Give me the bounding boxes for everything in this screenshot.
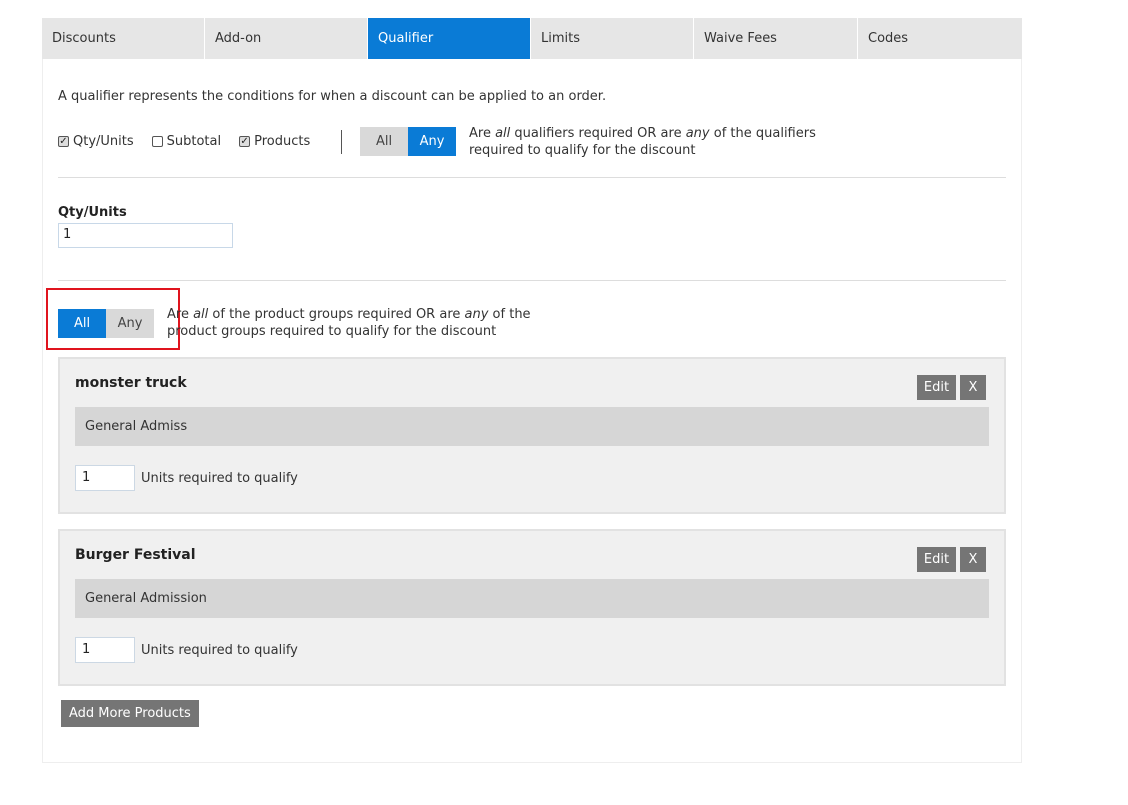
- qty-units-label: Qty/Units: [58, 205, 127, 220]
- qualifier-all-any-toggle: All Any: [360, 127, 456, 156]
- product-item: General Admission: [75, 579, 989, 618]
- product-group-title: monster truck: [75, 375, 187, 391]
- checkbox-checked-icon[interactable]: [58, 136, 69, 147]
- qualifier-intro-text: A qualifier represents the conditions fo…: [58, 89, 607, 104]
- tab-add-on[interactable]: Add-on: [205, 18, 368, 59]
- product-group-card: monster truck Edit X General Admiss 1 Un…: [58, 357, 1006, 514]
- hint-text: required to qualify for the discount: [469, 143, 696, 158]
- tab-limits[interactable]: Limits: [531, 18, 694, 59]
- product-groups-any-button[interactable]: Any: [106, 309, 154, 338]
- hint-text: Are: [167, 307, 194, 322]
- products-checkbox-label: Products: [254, 134, 311, 149]
- hint-text: of the qualifiers: [709, 126, 816, 141]
- hint-text: of the: [488, 307, 531, 322]
- product-item: General Admiss: [75, 407, 989, 446]
- hint-text: Are: [469, 126, 496, 141]
- qualifier-any-button[interactable]: Any: [408, 127, 456, 156]
- product-groups-all-button[interactable]: All: [58, 309, 106, 338]
- hint-emphasis: any: [464, 307, 489, 322]
- hint-text: qualifiers required OR are: [510, 126, 686, 141]
- remove-group-button[interactable]: X: [960, 547, 986, 572]
- remove-group-button[interactable]: X: [960, 375, 986, 400]
- qualifier-checkbox-row: Qty/Units Subtotal Products: [58, 134, 328, 149]
- subtotal-checkbox-label: Subtotal: [166, 134, 222, 149]
- units-input[interactable]: 1: [75, 637, 135, 663]
- qty-units-checkbox[interactable]: Qty/Units: [58, 134, 134, 149]
- tab-discounts[interactable]: Discounts: [42, 18, 205, 59]
- hint-text: product groups required to qualify for t…: [167, 324, 497, 339]
- subtotal-checkbox[interactable]: Subtotal: [151, 134, 222, 149]
- edit-group-button[interactable]: Edit: [917, 375, 956, 400]
- divider: [341, 130, 342, 154]
- product-group-title: Burger Festival: [75, 547, 196, 563]
- qty-units-input[interactable]: 1: [58, 223, 233, 248]
- qualifier-hint: Are all qualifiers required OR are any o…: [469, 125, 816, 159]
- hint-emphasis: all: [495, 126, 511, 141]
- hint-emphasis: any: [685, 126, 710, 141]
- edit-group-button[interactable]: Edit: [917, 547, 956, 572]
- units-label: Units required to qualify: [141, 470, 298, 486]
- units-row: 1 Units required to qualify: [75, 465, 298, 491]
- checkbox-unchecked-icon[interactable]: [151, 136, 163, 147]
- product-groups-all-any-toggle: All Any: [58, 309, 154, 338]
- tab-codes[interactable]: Codes: [858, 18, 1022, 59]
- tab-waive-fees[interactable]: Waive Fees: [694, 18, 858, 59]
- add-more-products-button[interactable]: Add More Products: [61, 700, 199, 727]
- qty-units-checkbox-label: Qty/Units: [73, 134, 134, 149]
- tab-bar: Discounts Add-on Qualifier Limits Waive …: [42, 18, 1022, 59]
- qualifier-all-button[interactable]: All: [360, 127, 408, 156]
- product-groups-hint: Are all of the product groups required O…: [167, 306, 531, 340]
- section-divider: [58, 177, 1006, 178]
- tab-qualifier[interactable]: Qualifier: [368, 18, 531, 59]
- units-input[interactable]: 1: [75, 465, 135, 491]
- units-label: Units required to qualify: [141, 642, 298, 658]
- product-group-card: Burger Festival Edit X General Admission…: [58, 529, 1006, 686]
- checkbox-checked-icon[interactable]: [239, 136, 251, 147]
- units-row: 1 Units required to qualify: [75, 637, 298, 663]
- products-checkbox[interactable]: Products: [239, 134, 310, 149]
- hint-emphasis: all: [193, 307, 209, 322]
- qualifier-panel: A qualifier represents the conditions fo…: [42, 59, 1022, 763]
- hint-text: of the product groups required OR are: [208, 307, 465, 322]
- product-groups-toggle-section: All Any Are all of the product groups re…: [46, 279, 558, 359]
